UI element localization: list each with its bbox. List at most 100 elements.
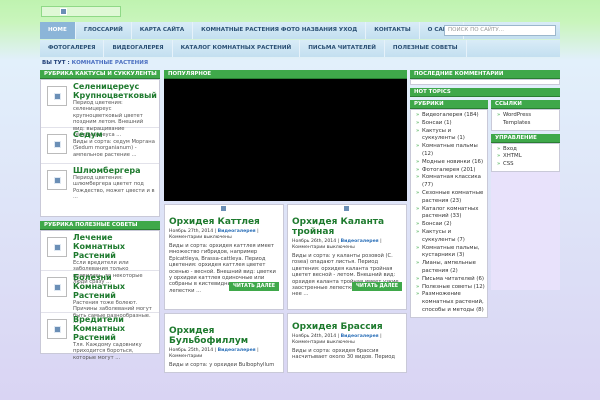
css-link[interactable]: CSS — [494, 161, 557, 169]
list-item[interactable]: Шлюмбергера Период цветения: шлюмбергера… — [41, 164, 159, 216]
secondary-nav: ФОТОГАЛЕРЕЯ ВИДЕОГАЛЕРЕЯ КАТАЛОГ КОМНАТН… — [40, 40, 560, 57]
post-title[interactable]: Орхидея Бульбофиллум — [169, 326, 279, 346]
sidebar-filler — [491, 171, 560, 290]
nav-catalog[interactable]: КАТАЛОГ КОМНАТНЫХ РАСТЕНИЙ — [173, 40, 301, 57]
rubric-link[interactable]: Бонсаи (2) — [413, 221, 485, 229]
rubric-link[interactable]: Комнатные пальмы (12) — [413, 143, 485, 159]
nav-contacts[interactable]: КОНТАКТЫ — [366, 22, 420, 39]
rubric-link[interactable]: Сезонные комнатные растения (23) — [413, 190, 485, 206]
recent-comments-panel — [410, 79, 560, 85]
post-meta: Ноябрь 27th, 2014 | Видеогалерея | Комме… — [169, 229, 279, 240]
list-item[interactable]: Селеницереус Крупноцветковый Период цвет… — [41, 80, 159, 138]
nav-sitemap[interactable]: КАРТА САЙТА — [132, 22, 194, 39]
rubrics-column: РУБРИКИ Видеогалерея (184) Бонсаи (1) Ка… — [410, 100, 488, 318]
blogroll-link[interactable]: WordPress Templates — [494, 112, 557, 128]
recent-comments-header: ПОСЛЕДНИЕ КОММЕНТАРИИ — [410, 70, 560, 79]
search-input[interactable]: ПОИСК ПО САЙТУ... — [444, 25, 556, 36]
list-item-title[interactable]: Болезни Комнатных Растений — [73, 273, 156, 300]
image-placeholder-icon — [54, 244, 61, 251]
rubrics-list: Видеогалерея (184) Бонсаи (1) Кактусы и … — [410, 109, 488, 318]
image-placeholder-icon — [343, 205, 350, 212]
list-item-title[interactable]: Шлюмбергера — [73, 166, 156, 175]
xhtml-link[interactable]: XHTML — [494, 153, 557, 161]
list-item-excerpt: Период цветения: шлюмбергера цветет под … — [73, 175, 155, 201]
image-placeholder-icon — [54, 284, 61, 291]
rubric-link[interactable]: Комнатные пальмы, кустарники (3) — [413, 245, 485, 261]
read-more-button[interactable]: ЧИТАТЬ ДАЛЕЕ — [352, 282, 402, 291]
nav-plants-photo[interactable]: КОМНАТНЫЕ РАСТЕНИЯ ФОТО НАЗВАНИЯ УХОД — [193, 22, 367, 39]
rubric-link[interactable]: Полезные советы (12) — [413, 284, 485, 292]
nav-home[interactable]: HOME — [40, 22, 76, 39]
manage-header: УПРАВЛЕНИЕ — [491, 133, 560, 143]
breadcrumb: ВЫ ТУТ : КОМНАТНЫЕ РАСТЕНИЯ — [42, 60, 148, 66]
links-column: ССЫЛКИ WordPress Templates УПРАВЛЕНИЕ Вх… — [491, 100, 560, 318]
list-item-title[interactable]: Селеницереус Крупноцветковый — [73, 82, 157, 100]
popular-header: ПОПУЛЯРНОЕ — [164, 70, 407, 79]
thumbnail[interactable] — [47, 319, 67, 339]
list-item-title[interactable]: Седум — [73, 130, 156, 139]
post-title[interactable]: Орхидея Каланта тройная — [292, 217, 402, 237]
nav-glossary[interactable]: ГЛОССАРИЙ — [76, 22, 132, 39]
rubric-link[interactable]: Кактусы и суккуленты (7) — [413, 229, 485, 245]
post-card: Орхидея Каланта тройная Ноябрь 26th, 201… — [287, 204, 407, 310]
post-date: Ноябрь 26th, 2014 | — [292, 239, 340, 244]
list-item-excerpt: Тля. Каждому садовнику приходится бороть… — [73, 342, 142, 361]
thumbnail[interactable] — [47, 170, 67, 190]
list-item-title[interactable]: Лечение Комнатных Растений — [73, 233, 156, 260]
post-category[interactable]: Видеогалерея — [218, 229, 256, 234]
nav-photo-gallery[interactable]: ФОТОГАЛЕРЕЯ — [40, 40, 105, 57]
right-subcolumns: РУБРИКИ Видеогалерея (184) Бонсаи (1) Ка… — [410, 100, 560, 318]
nav-letters[interactable]: ПИСЬМА ЧИТАТЕЛЕЙ — [300, 40, 385, 57]
rubric-link[interactable]: Бонсаи (1) — [413, 120, 485, 128]
rubric-link[interactable]: Комнатная классика (77) — [413, 174, 485, 190]
nav-video-gallery[interactable]: ВИДЕОГАЛЕРЕЯ — [104, 40, 173, 57]
nav-tips[interactable]: ПОЛЕЗНЫЕ СОВЕТЫ — [385, 40, 467, 57]
post-category[interactable]: Видеогалерея — [341, 239, 379, 244]
site-header — [0, 0, 600, 22]
post-title[interactable]: Орхидея Брассия — [292, 322, 402, 332]
cactus-rubric-list: Селеницереус Крупноцветковый Период цвет… — [40, 79, 160, 217]
rubric-link[interactable]: Каталог комнатных растений (33) — [413, 206, 485, 222]
rubric-link[interactable]: Фотогалерея (201) — [413, 167, 485, 175]
list-item[interactable]: Вредители Комнатных Растений Тля. Каждом… — [41, 313, 159, 361]
thumbnail[interactable] — [47, 277, 67, 297]
rubric-link[interactable]: Кактусы и суккуленты (1) — [413, 128, 485, 144]
rubrics-header: РУБРИКИ — [410, 100, 488, 109]
rubric-link[interactable]: Видеогалерея (184) — [413, 112, 485, 120]
links-list: WordPress Templates — [491, 109, 560, 131]
post-meta: Ноябрь 26th, 2014 | Видеогалерея | Комме… — [292, 239, 402, 250]
post-category[interactable]: Видеогалерея — [218, 348, 256, 353]
site-logo[interactable] — [41, 6, 121, 17]
image-placeholder-icon — [54, 326, 61, 333]
read-more-button[interactable]: ЧИТАТЬ ДАЛЕЕ — [229, 282, 279, 291]
post-card: Орхидея Брассия Ноябрь 24th, 2014 | Виде… — [287, 313, 407, 373]
post-card: Орхидея Бульбофиллум Ноябрь 25th, 2014 |… — [164, 313, 284, 373]
thumbnail[interactable] — [47, 237, 67, 257]
hot-topics-header: HOT TOPICS — [410, 88, 560, 97]
rubric-link[interactable]: Лианы, ампельные растения (2) — [413, 260, 485, 276]
post-category[interactable]: Видеогалерея — [341, 334, 379, 339]
post-title[interactable]: Орхидея Каттлея — [169, 217, 279, 227]
list-item[interactable]: Болезни Комнатных Растений Растения тоже… — [41, 271, 159, 325]
list-item[interactable]: Лечение Комнатных Растений Если вредител… — [41, 231, 159, 285]
list-item[interactable]: Седум Виды и сорта: седум Моргана (Sedum… — [41, 128, 159, 164]
rubric-link[interactable]: Письма читателей (6) — [413, 276, 485, 284]
login-link[interactable]: Вход — [494, 146, 557, 154]
thumbnail[interactable] — [47, 134, 67, 154]
featured-video[interactable] — [164, 79, 407, 201]
breadcrumb-current[interactable]: КОМНАТНЫЕ РАСТЕНИЯ — [72, 60, 149, 66]
image-placeholder-icon — [54, 141, 61, 148]
rubric-link[interactable]: Размножение комнатных растений, способы … — [413, 291, 485, 314]
rubric-link[interactable]: Модные новинки (16) — [413, 159, 485, 167]
manage-list: Вход XHTML CSS — [491, 142, 560, 172]
post-row: Орхидея Каттлея Ноябрь 27th, 2014 | Виде… — [164, 204, 407, 310]
post-date: Ноябрь 25th, 2014 | — [169, 348, 217, 353]
post-card: Орхидея Каттлея Ноябрь 27th, 2014 | Виде… — [164, 204, 284, 310]
post-date: Ноябрь 27th, 2014 | — [169, 229, 217, 234]
thumbnail[interactable] — [47, 86, 67, 106]
links-header: ССЫЛКИ — [491, 100, 560, 109]
image-placeholder-icon — [60, 8, 67, 15]
list-item-title[interactable]: Вредители Комнатных Растений — [73, 315, 156, 342]
tips-rubric-list: Лечение Комнатных Растений Если вредител… — [40, 230, 160, 361]
post-excerpt: Виды и сорта: орхидея брассия насчитывае… — [292, 348, 396, 361]
